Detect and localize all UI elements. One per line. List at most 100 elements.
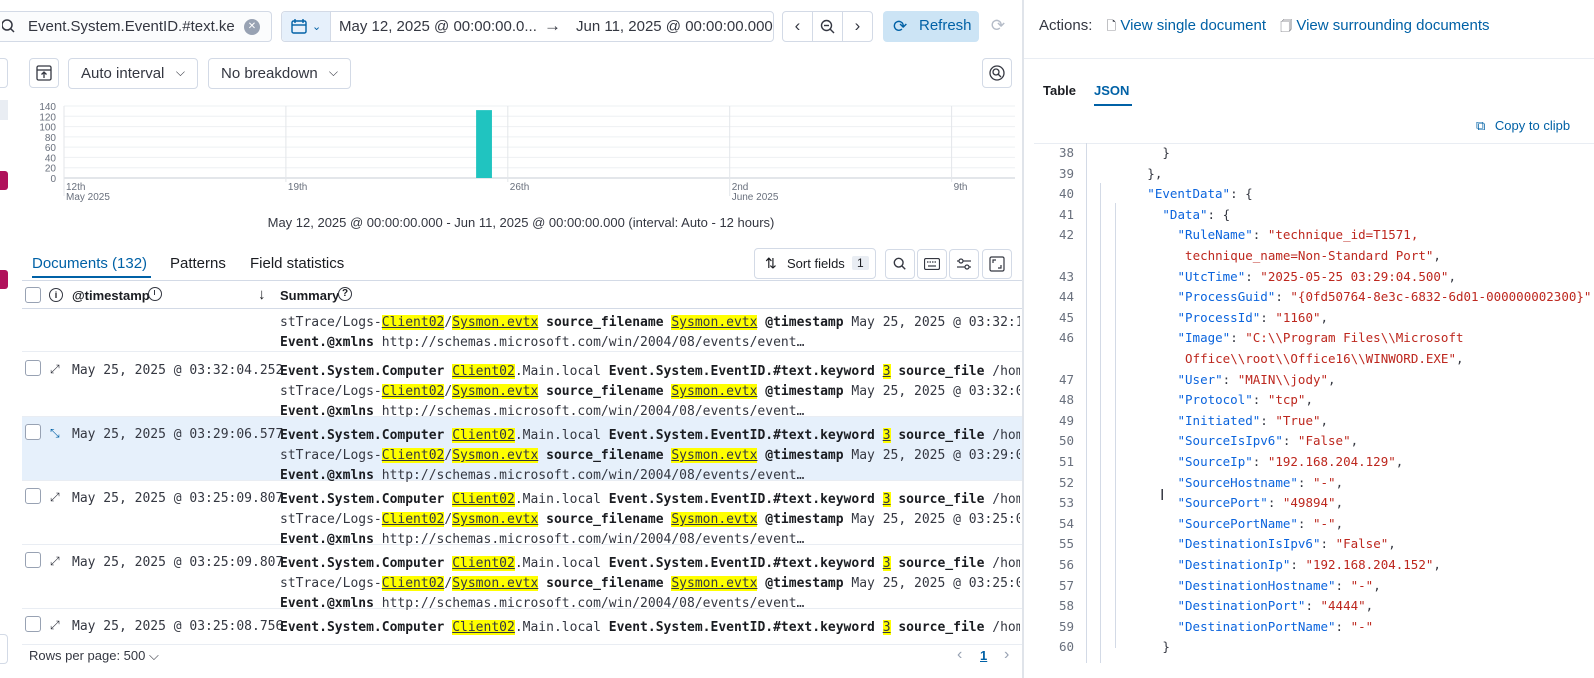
json-line: 41 "Data": { bbox=[1038, 207, 1594, 227]
expand-row-icon[interactable]: ⤢ bbox=[50, 362, 60, 377]
sort-label: Sort fields bbox=[787, 256, 845, 271]
clear-query-icon[interactable]: ✕ bbox=[244, 19, 260, 35]
view-surrounding-documents-link[interactable]: View surrounding documents bbox=[1296, 17, 1489, 34]
tab-json[interactable]: JSON bbox=[1094, 80, 1132, 106]
table-row[interactable]: ⤢ May 25, 2025 @ 03:25:08.756 Event.System… bbox=[22, 609, 1022, 645]
json-line: 50 "SourceIsIpv6": "False", bbox=[1038, 433, 1594, 453]
arrow-right-icon: → bbox=[544, 16, 561, 35]
fullscreen-icon bbox=[989, 256, 1005, 272]
json-code-line: "Initiated": "True", bbox=[1177, 412, 1329, 428]
display-settings-button[interactable] bbox=[949, 249, 979, 279]
json-line: 54 "SourcePortName": "-", bbox=[1038, 516, 1594, 536]
chart-options-button[interactable] bbox=[982, 58, 1012, 88]
json-line: 55 "DestinationIsIpv6": "False", bbox=[1038, 536, 1594, 556]
row-checkbox[interactable] bbox=[25, 360, 41, 376]
json-code-line: "DestinationIsIpv6": "False", bbox=[1177, 536, 1396, 552]
breakdown-select[interactable]: No breakdown ⌵ bbox=[208, 58, 351, 89]
tab-documents[interactable]: Documents (132) bbox=[32, 248, 151, 278]
expand-row-icon[interactable]: ⤢ bbox=[50, 554, 60, 569]
end-date[interactable]: Jun 11, 2025 @ 00:00:00.000 bbox=[576, 18, 773, 35]
expand-row-icon[interactable]: ⤢ bbox=[50, 618, 60, 633]
column-summary[interactable]: Summary bbox=[280, 288, 339, 303]
line-number: 50 bbox=[1058, 433, 1074, 449]
copy-to-clipboard-button[interactable]: ⧉ Copy to clipb bbox=[1476, 118, 1570, 134]
refresh-icon: ⟳ bbox=[893, 17, 908, 36]
keyboard-shortcuts-button[interactable] bbox=[917, 249, 947, 279]
next-range-button[interactable]: › bbox=[842, 11, 873, 42]
row-checkbox[interactable] bbox=[25, 424, 41, 440]
row-checkbox[interactable] bbox=[25, 552, 41, 568]
json-code-line: "User": "MAIN\\jody", bbox=[1177, 371, 1336, 387]
x-tick-sublabel: May 2025 bbox=[66, 192, 110, 203]
json-line: 49 "Initiated": "True", bbox=[1038, 413, 1594, 433]
line-number: 44 bbox=[1058, 289, 1074, 305]
collapse-row-icon[interactable]: ⤡ bbox=[50, 426, 60, 441]
line-number: 58 bbox=[1058, 598, 1074, 614]
view-single-document-link[interactable]: View single document bbox=[1120, 17, 1266, 34]
indent-guide bbox=[1086, 143, 1087, 663]
clock-icon bbox=[148, 287, 162, 301]
refresh-button[interactable]: ⟳ Refresh bbox=[883, 11, 979, 42]
query-bar: Event.System.EventID.#text.ke ✕ ⌄ May 12… bbox=[0, 0, 1022, 52]
expand-row-icon[interactable]: ⤢ bbox=[50, 490, 60, 505]
histogram-bar[interactable] bbox=[476, 110, 492, 178]
sort-fields-button[interactable]: ⇅ Sort fields 1 bbox=[754, 248, 876, 279]
json-code-line: "SourcePortName": "-", bbox=[1177, 515, 1344, 531]
json-line: 60} bbox=[1038, 639, 1594, 659]
json-line: 43 "UtcTime": "2025-05-25 03:29:04.500", bbox=[1038, 269, 1594, 289]
table-header: i @timestamp ↓ Summary ? bbox=[22, 283, 1022, 309]
start-date[interactable]: May 12, 2025 @ 00:00:00.0... bbox=[339, 18, 537, 35]
json-code-line: "DestinationPort": "4444", bbox=[1177, 598, 1374, 614]
table-row[interactable]: ⤢ May 25, 2025 @ 03:32:04.252 Event.System… bbox=[22, 353, 1022, 419]
json-code-line: "DestinationIp": "192.168.204.152", bbox=[1177, 557, 1441, 572]
json-line: 53 "SourcePort": "49894", bbox=[1038, 495, 1594, 515]
prev-page-icon[interactable]: ‹ bbox=[957, 646, 962, 664]
query-text: Event.System.EventID.#text.ke bbox=[28, 18, 235, 35]
json-line: 44 "ProcessGuid": "{0fd50764-8e3c-6832-6d… bbox=[1038, 289, 1594, 309]
tab-patterns[interactable]: Patterns bbox=[170, 248, 226, 278]
toggle-chart-button[interactable] bbox=[29, 58, 59, 88]
indent-guide bbox=[1115, 203, 1116, 648]
line-number: 54 bbox=[1058, 515, 1074, 531]
json-code-line: } bbox=[1162, 639, 1170, 655]
auto-refresh-icon[interactable]: ⟳ bbox=[985, 11, 1011, 42]
json-code-line: } bbox=[1162, 145, 1170, 160]
zoom-out-button[interactable] bbox=[812, 11, 843, 42]
previous-range-button[interactable]: ‹ bbox=[782, 11, 813, 42]
fullscreen-button[interactable] bbox=[982, 249, 1012, 279]
rows-per-page-select[interactable]: Rows per page: 500 ⌵ bbox=[29, 648, 159, 664]
interval-select[interactable]: Auto interval ⌵ bbox=[68, 58, 198, 89]
sort-desc-icon[interactable]: ↓ bbox=[258, 286, 266, 303]
line-number: 38 bbox=[1058, 145, 1074, 160]
tab-table[interactable]: Table bbox=[1043, 80, 1076, 106]
search-in-table-button[interactable] bbox=[885, 249, 915, 279]
json-code-line: "RuleName": "technique_id=T1571, bbox=[1177, 227, 1419, 243]
table-row[interactable]: ⤢ May 25, 2025 @ 03:25:09.807 Event.System… bbox=[22, 481, 1022, 547]
row-checkbox[interactable] bbox=[25, 616, 41, 632]
table-row[interactable]: ⤡ May 25, 2025 @ 03:29:06.577 Event.System… bbox=[22, 417, 1022, 483]
settings-sliders-icon bbox=[957, 258, 971, 270]
sidebar-marker bbox=[0, 270, 8, 289]
table-row[interactable]: stTrace/Logs-Client02/Sysmon.evtx source… bbox=[22, 310, 1022, 352]
sidebar-footer-button[interactable] bbox=[0, 634, 8, 664]
row-timestamp: May 25, 2025 @ 03:32:04.252 bbox=[72, 363, 284, 378]
next-page-icon[interactable]: › bbox=[1004, 646, 1009, 664]
quick-menu-button[interactable]: ⌄ bbox=[282, 12, 331, 41]
search-icon bbox=[2, 19, 15, 33]
select-all-checkbox[interactable] bbox=[25, 287, 41, 303]
row-checkbox[interactable] bbox=[25, 488, 41, 504]
row-timestamp: May 25, 2025 @ 03:25:09.807 bbox=[72, 555, 284, 570]
row-summary: Event.System.Computer Client02.Main.loca… bbox=[280, 620, 1020, 635]
documents-icon: 🗍 bbox=[1280, 19, 1293, 33]
date-picker: ⌄ May 12, 2025 @ 00:00:00.0... → Jun 11,… bbox=[281, 11, 774, 42]
query-input[interactable]: Event.System.EventID.#text.ke ✕ bbox=[0, 11, 272, 42]
table-row[interactable]: ⤢ May 25, 2025 @ 03:25:09.807 Event.System… bbox=[22, 545, 1022, 611]
json-code-line: "SourceHostname": "-", bbox=[1177, 474, 1344, 490]
sidebar-toggle[interactable] bbox=[0, 58, 8, 88]
chart-toggle-icon bbox=[36, 65, 52, 81]
page-number[interactable]: 1 bbox=[980, 648, 987, 663]
x-tick-sublabel: June 2025 bbox=[732, 192, 779, 203]
column-timestamp[interactable]: @timestamp bbox=[72, 288, 150, 303]
tab-field-statistics[interactable]: Field statistics bbox=[250, 248, 344, 278]
json-code-line: }, bbox=[1147, 165, 1163, 181]
